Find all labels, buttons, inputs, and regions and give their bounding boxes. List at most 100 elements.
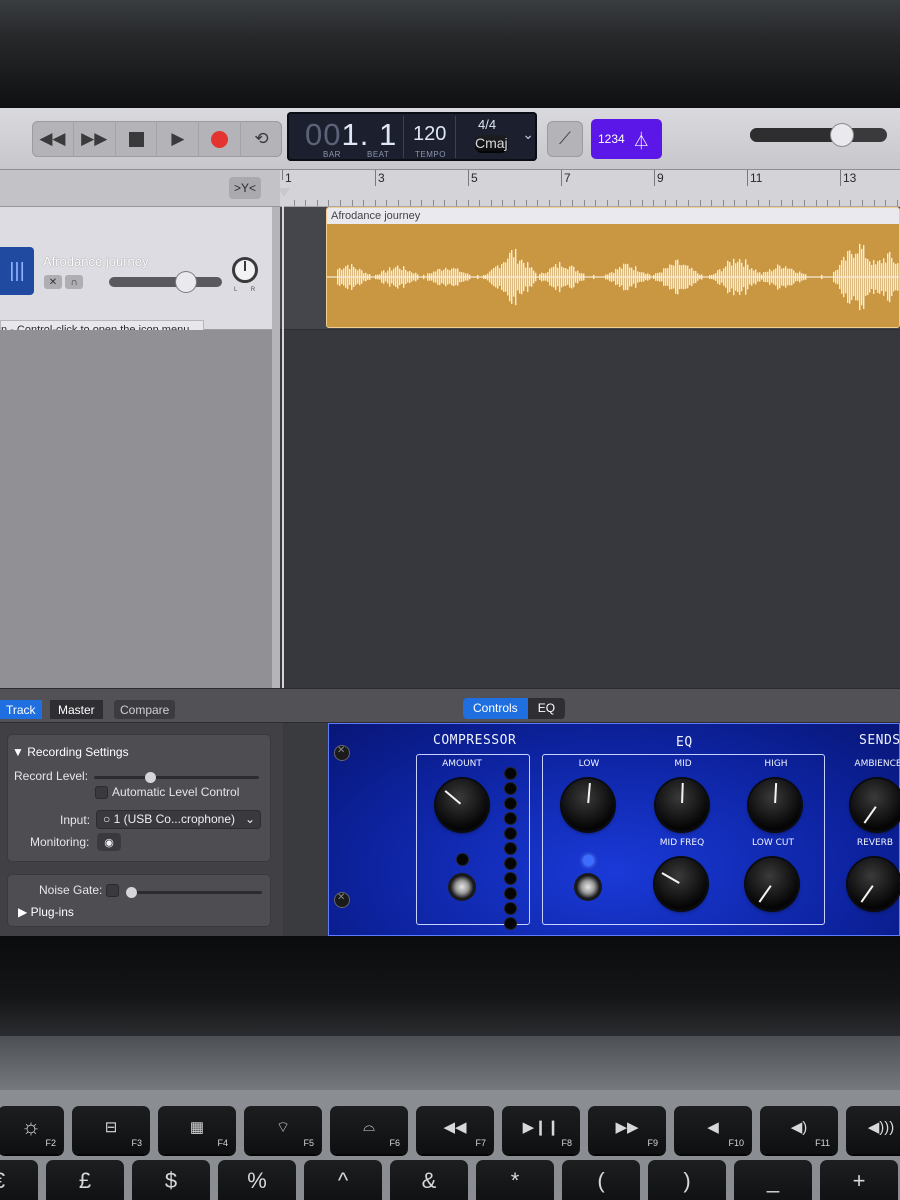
record-button[interactable] (199, 121, 242, 157)
smart-controls: Track Master Compare Controls EQ ▼ Recor… (0, 688, 900, 936)
compressor-toggle[interactable] (451, 876, 473, 898)
tab-track[interactable]: Track (0, 700, 42, 719)
compare-button[interactable]: Compare (114, 700, 176, 719)
waveform-peak (579, 273, 581, 281)
solo-button[interactable]: ∩ (65, 275, 83, 289)
key-f5[interactable]: ⌔ F5 (244, 1106, 322, 1154)
brightness-down-icon: ☼ (20, 1114, 42, 1139)
count-in-button[interactable]: 1234 ⏃ (591, 119, 662, 159)
mute-button[interactable]: ✕ (44, 275, 62, 289)
fast-forward-button[interactable]: ▶▶ (74, 121, 116, 157)
waveform-peak (897, 263, 899, 291)
metronome-icon[interactable]: ⏃ (633, 127, 650, 152)
key-f10[interactable]: ◀ F10 (674, 1106, 752, 1154)
controls-tab[interactable]: Controls (463, 698, 528, 719)
chevron-down-icon[interactable]: ⌄ (522, 126, 534, 143)
key[interactable]: € (0, 1160, 38, 1200)
waveform-peak (337, 269, 339, 285)
play-button[interactable]: ▶ (157, 121, 200, 157)
key[interactable]: ) (648, 1160, 726, 1200)
eq-tab[interactable]: EQ (528, 698, 565, 719)
playhead-handle[interactable] (278, 188, 290, 197)
key[interactable]: _ (734, 1160, 812, 1200)
track-volume-slider[interactable] (109, 272, 222, 292)
mid-freq-knob[interactable] (655, 858, 707, 910)
waveform-peak (571, 265, 573, 289)
key-f9[interactable]: ▶▶ F9 (588, 1106, 666, 1154)
key[interactable]: ( (562, 1160, 640, 1200)
waveform-peak (341, 269, 343, 285)
key-f11[interactable]: ◀) F11 (760, 1106, 838, 1154)
master-volume-slider[interactable] (750, 124, 887, 146)
waveform-peak (541, 272, 543, 282)
time-signature[interactable]: 4/4 (478, 117, 496, 132)
track-header[interactable]: ||| Afrodance journey ✕ ∩ L R (0, 207, 272, 330)
track-volume-knob[interactable] (175, 272, 196, 292)
audio-region[interactable]: Afrodance journey (326, 207, 900, 328)
low-cut-knob[interactable] (746, 858, 798, 910)
low-knob[interactable] (562, 779, 614, 831)
key[interactable]: % (218, 1160, 296, 1200)
key-f3[interactable]: ⊟ F3 (72, 1106, 150, 1154)
key-f2[interactable]: ☼ F2 (0, 1106, 64, 1154)
auto-level-checkbox[interactable] (95, 786, 108, 799)
waveform-peak (429, 273, 431, 281)
key[interactable]: + (820, 1160, 898, 1200)
track-name[interactable]: Afrodance journey (43, 254, 149, 269)
lcd-display[interactable]: 001. 1 BAR BEAT 120 TEMPO 4/4 Cmaj ⌄ (287, 112, 537, 161)
timeline-ruler[interactable]: 1 3 5 7 9 11 13 (280, 170, 900, 207)
key-f7[interactable]: ◀◀ F7 (416, 1106, 494, 1154)
waveform-peak (875, 264, 877, 290)
pane-divider[interactable] (272, 207, 280, 688)
stop-button[interactable] (116, 121, 158, 157)
waveform-peak (611, 272, 613, 282)
waveform-peak (575, 271, 577, 283)
mid-knob[interactable] (656, 779, 708, 831)
waveform-peak (879, 260, 881, 294)
plugins-disclosure[interactable]: ▶ Plug-ins (18, 905, 74, 919)
amount-knob[interactable] (436, 779, 488, 831)
key-signature[interactable]: Cmaj (475, 135, 508, 151)
ambience-knob[interactable] (851, 779, 900, 831)
lcd-separator (455, 116, 456, 158)
pan-knob[interactable] (232, 257, 258, 283)
key-f8[interactable]: ▶❙❙ F8 (502, 1106, 580, 1154)
triangle-right-icon: ▶ (18, 905, 31, 919)
key-f6[interactable]: ⌓ F6 (330, 1106, 408, 1154)
noise-gate-label: Noise Gate: (39, 883, 103, 897)
track-lane[interactable]: Afrodance journey (280, 207, 900, 330)
key[interactable]: ^ (304, 1160, 382, 1200)
key[interactable]: * (476, 1160, 554, 1200)
tuner-button[interactable]: ⟋ (547, 121, 583, 157)
monitoring-button[interactable]: ◉ (97, 833, 121, 851)
noise-gate-checkbox[interactable] (106, 884, 119, 897)
key-f12[interactable]: ◀))) (846, 1106, 900, 1154)
eq-toggle[interactable] (577, 876, 599, 898)
waveform-peak (567, 269, 569, 285)
master-volume-knob[interactable] (830, 124, 853, 146)
key[interactable]: $ (132, 1160, 210, 1200)
recording-settings-disclosure[interactable]: ▼ Recording Settings (12, 745, 129, 759)
filter-button[interactable]: >Y< (229, 177, 261, 199)
waveform-peak (721, 271, 723, 283)
tempo-value[interactable]: 120 (413, 123, 446, 146)
record-level-slider[interactable] (94, 772, 259, 783)
cycle-button[interactable]: ⟲ (241, 121, 282, 157)
playhead[interactable] (278, 180, 290, 688)
rewind-button[interactable]: ◀◀ (32, 121, 74, 157)
key[interactable]: & (390, 1160, 468, 1200)
high-knob[interactable] (749, 779, 801, 831)
tab-master[interactable]: Master (50, 700, 103, 719)
input-select[interactable]: ○ 1 (USB Co...crophone) ⌄ (96, 810, 261, 829)
key[interactable]: £ (46, 1160, 124, 1200)
key-f4[interactable]: ▦ F4 (158, 1106, 236, 1154)
mono-input-icon: ○ (103, 812, 114, 826)
noise-gate-slider[interactable] (126, 887, 262, 898)
waveform-peak (749, 269, 751, 285)
laptop-deck (0, 1036, 900, 1096)
waveform-icon[interactable]: ||| (0, 247, 34, 295)
record-level-knob[interactable] (144, 772, 156, 783)
noise-gate-knob[interactable] (126, 887, 137, 898)
reverb-knob[interactable] (848, 858, 900, 910)
waveform-peak (389, 267, 391, 287)
